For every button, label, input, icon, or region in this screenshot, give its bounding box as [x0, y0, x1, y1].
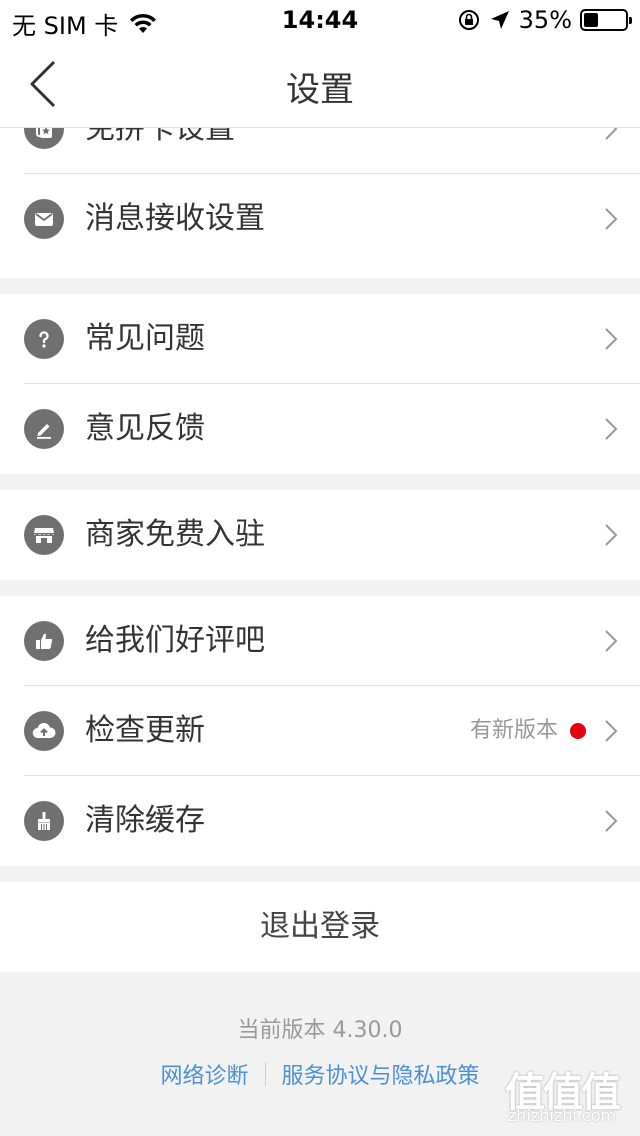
chevron-right-icon: [605, 418, 618, 440]
thumbs-up-icon: [24, 621, 64, 661]
network-diagnose-link[interactable]: 网络诊断: [160, 1058, 248, 1090]
new-version-badge-text: 有新版本: [469, 718, 558, 743]
back-chevron-icon[interactable]: [22, 58, 70, 110]
settings-item-label: 常见问题: [85, 321, 205, 356]
status-bar: 无 SIM 卡 14:44 35%: [0, 0, 640, 40]
settings-list: 免拼卡设置 消息接收设置 常见问题 意见反馈 商家免费入驻 给我们好评吧 检查更…: [0, 128, 640, 1136]
settings-item-label: 给我们好评吧: [85, 623, 265, 658]
settings-item-faq[interactable]: 常见问题: [0, 294, 640, 384]
chevron-right-icon: [605, 630, 618, 652]
settings-item-feedback[interactable]: 意见反馈: [0, 384, 640, 474]
logout-button[interactable]: 退出登录: [0, 882, 640, 972]
chevron-right-icon: [605, 328, 618, 350]
rotation-lock-icon: [458, 10, 479, 30]
settings-item-clear-cache[interactable]: 清除缓存: [0, 776, 640, 866]
settings-item-label: 清除缓存: [85, 803, 205, 838]
store-icon: [24, 515, 64, 555]
link-separator: [264, 1062, 266, 1086]
chevron-right-icon: [605, 720, 618, 742]
watermark-logo: 值值值 zhizhizhi.com: [492, 1060, 632, 1130]
privacy-policy-link[interactable]: 服务协议与隐私政策: [282, 1058, 480, 1090]
nav-bar: 设置: [0, 40, 640, 128]
chevron-right-icon: [605, 208, 618, 230]
settings-item-label: 消息接收设置: [85, 201, 265, 236]
mail-icon: [24, 199, 64, 239]
broom-icon: [24, 801, 64, 841]
card-star-icon: [24, 128, 64, 149]
page-title: 设置: [286, 70, 354, 110]
watermark-url: zhizhizhi.com: [507, 1106, 617, 1125]
settings-item-label: 免拼卡设置: [85, 128, 235, 146]
settings-item-label: 检查更新: [85, 713, 205, 748]
settings-item-check-update[interactable]: 检查更新 有新版本: [0, 686, 640, 776]
settings-group-merchant: 商家免费入驻: [0, 490, 640, 580]
settings-group-account: 免拼卡设置 消息接收设置: [0, 128, 640, 278]
settings-item-message-receive[interactable]: 消息接收设置: [0, 174, 640, 264]
settings-group-app: 给我们好评吧 检查更新 有新版本 清除缓存: [0, 596, 640, 866]
battery-percent: 35%: [518, 6, 572, 34]
chevron-right-icon: [605, 810, 618, 832]
cloud-upload-icon: [24, 711, 64, 751]
chevron-right-icon: [605, 524, 618, 546]
pencil-icon: [24, 409, 64, 449]
battery-icon: [580, 9, 632, 31]
settings-item-merchant-join[interactable]: 商家免费入驻: [0, 490, 640, 580]
chevron-right-icon: [605, 128, 618, 140]
version-text: 当前版本 4.30.0: [237, 1018, 403, 1043]
new-version-dot: [570, 723, 586, 739]
settings-item-label: 商家免费入驻: [85, 517, 265, 552]
location-arrow-icon: [490, 11, 509, 29]
status-right: 35%: [457, 6, 632, 34]
settings-item-free-group-card[interactable]: 免拼卡设置: [0, 128, 640, 174]
settings-item-label: 意见反馈: [85, 411, 205, 446]
settings-group-help: 常见问题 意见反馈: [0, 294, 640, 474]
carrier-text: 无 SIM 卡: [12, 12, 119, 40]
wifi-icon: [130, 13, 157, 33]
status-left: 无 SIM 卡: [12, 6, 158, 41]
settings-item-rate-us[interactable]: 给我们好评吧: [0, 596, 640, 686]
question-icon: [24, 319, 64, 359]
